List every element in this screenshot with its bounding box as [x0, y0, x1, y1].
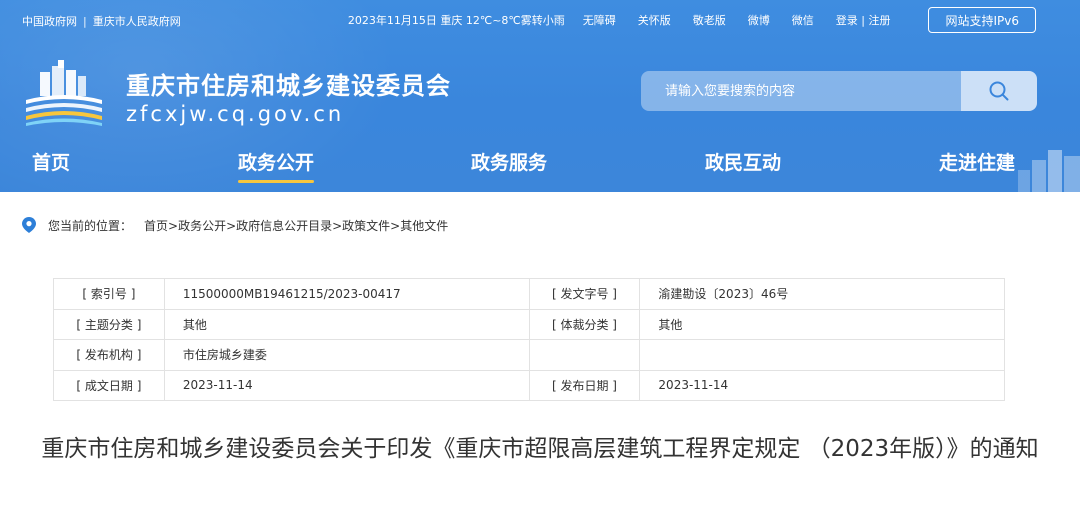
meta-value [639, 339, 1005, 371]
search-bar [641, 71, 1037, 111]
city-buildings-icon [1018, 150, 1080, 192]
meta-key: [ 体裁分类 ] [528, 308, 641, 340]
meta-key: [ 成文日期 ] [53, 369, 165, 401]
breadcrumb: 您当前的位置： 首页>政务公开>政府信息公开目录>政策文件>其他文件 [22, 215, 448, 235]
meta-value: 2023-11-14 [163, 369, 530, 401]
top-bar: 中国政府网 | 重庆市人民政府网 2023年11月15日 重庆 12℃~8℃雾转小雨… [0, 0, 1080, 40]
nav-public-interaction[interactable]: 政民互动 [705, 148, 781, 175]
search-button[interactable] [961, 71, 1037, 111]
meta-key: [ 索引号 ] [53, 278, 165, 310]
top-tools: 2023年11月15日 重庆 12℃~8℃雾转小雨 无障碍 关怀版 敬老版 微博… [348, 7, 1036, 33]
meta-key: [ 主题分类 ] [53, 308, 165, 340]
search-input[interactable] [641, 71, 961, 111]
table-row: [ 成文日期 ] 2023-11-14 [ 发布日期 ] 2023-11-14 [53, 369, 1005, 401]
nav-government-affairs[interactable]: 政务公开 [238, 148, 315, 183]
meta-key: [ 发文字号 ] [528, 278, 641, 310]
article-title: 重庆市住房和城乡建设委员会关于印发《重庆市超限高层建筑工程界定规定 （2023年… [41, 436, 1039, 462]
tool-elderly-mode[interactable]: 敬老版 [693, 12, 726, 28]
link-china-gov[interactable]: 中国政府网 [22, 15, 77, 28]
table-row: [ 主题分类 ] 其他 [ 体裁分类 ] 其他 [53, 308, 1005, 340]
nav-government-services[interactable]: 政务服务 [471, 148, 547, 175]
table-row: [ 发布机构 ] 市住房城乡建委 [53, 339, 1005, 371]
tool-wechat[interactable]: 微信 [792, 12, 814, 28]
login-register-link[interactable]: 登录 | 注册 [836, 12, 891, 28]
breadcrumb-label: 您当前的位置： [48, 218, 133, 233]
meta-value: 其他 [639, 308, 1005, 340]
meta-key [528, 339, 641, 371]
document-meta-table: [ 索引号 ] 11500000MB19461215/2023-00417 [ … [53, 278, 1005, 401]
meta-value: 其他 [163, 308, 530, 340]
site-header: 中国政府网 | 重庆市人民政府网 2023年11月15日 重庆 12℃~8℃雾转小雨… [0, 0, 1080, 192]
meta-value: 11500000MB19461215/2023-00417 [163, 278, 530, 310]
meta-value: 2023-11-14 [639, 369, 1005, 401]
weather-info: 2023年11月15日 重庆 12℃~8℃雾转小雨 [347, 14, 565, 27]
tool-accessibility[interactable]: 无障碍 [583, 12, 616, 28]
tool-weibo[interactable]: 微博 [748, 12, 770, 28]
search-icon [989, 81, 1009, 101]
meta-key: [ 发布日期 ] [528, 369, 641, 401]
site-domain: zfcxjw.cq.gov.cn [126, 102, 345, 126]
location-pin-icon [22, 217, 36, 233]
logo-icon[interactable] [22, 60, 106, 128]
nav-home[interactable]: 首页 [32, 148, 70, 175]
link-separator: | [83, 15, 87, 28]
nav-about[interactable]: 走进住建 [939, 148, 1015, 175]
tool-care-mode[interactable]: 关怀版 [638, 12, 671, 28]
table-row: [ 索引号 ] 11500000MB19461215/2023-00417 [ … [53, 278, 1005, 310]
meta-key: [ 发布机构 ] [53, 339, 165, 371]
link-chongqing-gov[interactable]: 重庆市人民政府网 [93, 15, 181, 28]
top-links: 中国政府网 | 重庆市人民政府网 [22, 13, 181, 29]
breadcrumb-path[interactable]: 首页>政务公开>政府信息公开目录>政策文件>其他文件 [144, 217, 448, 234]
main-nav: 首页 政务公开 政务服务 政民互动 走进住建 [0, 142, 1080, 192]
site-title[interactable]: 重庆市住房和城乡建设委员会 [126, 66, 451, 101]
meta-value: 渝建勘设〔2023〕46号 [639, 278, 1005, 310]
meta-value: 市住房城乡建委 [163, 339, 530, 371]
ipv6-button[interactable]: 网站支持IPv6 [928, 7, 1036, 33]
